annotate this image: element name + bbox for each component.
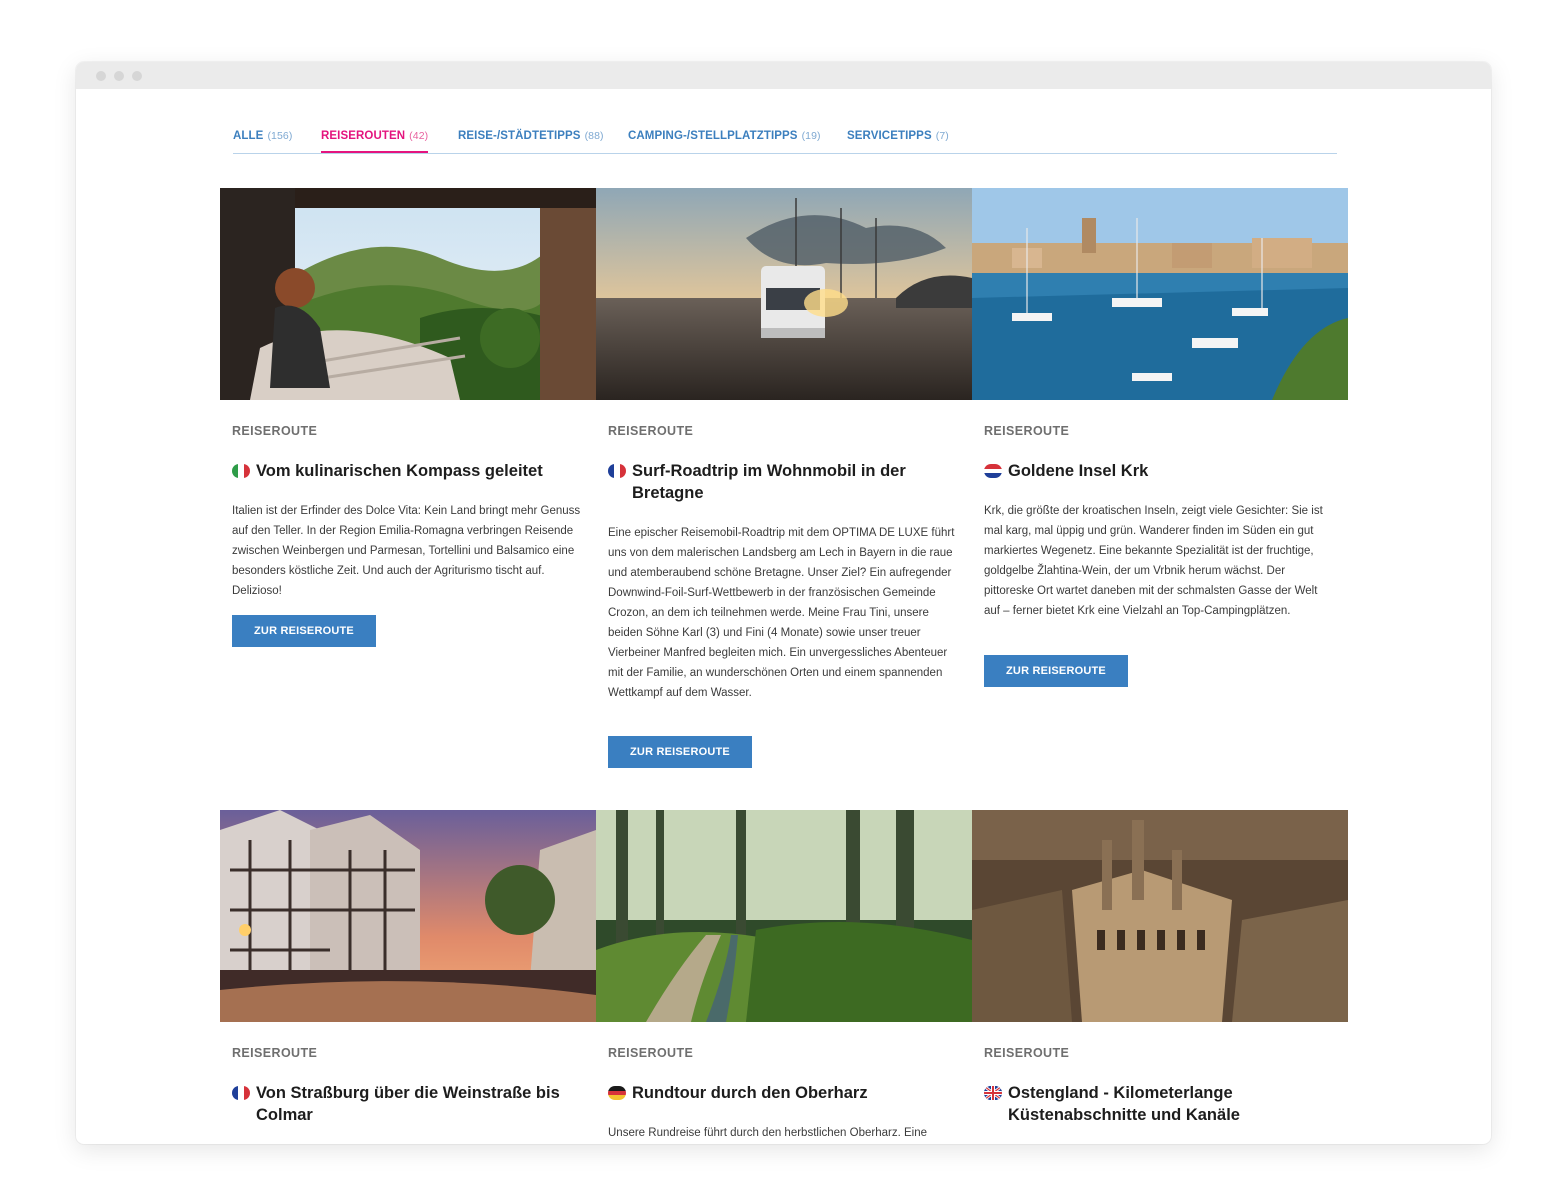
window-dot-icon: [114, 71, 124, 81]
card-title-text: Vom kulinarischen Kompass geleitet: [256, 462, 543, 480]
card-image[interactable]: [596, 188, 972, 400]
window-titlebar: [76, 62, 1491, 89]
zur-reiseroute-button[interactable]: ZUR REISEROUTE: [232, 615, 376, 647]
route-card: REISEROUTE Goldene Insel Krk Krk, die gr…: [972, 188, 1348, 748]
window-dot-icon: [96, 71, 106, 81]
tab-label: REISEROUTEN: [321, 130, 406, 142]
croatia-flag-icon: [984, 464, 1002, 478]
card-category: REISEROUTE: [232, 424, 318, 438]
tab-reiserouten[interactable]: REISEROUTEN (42): [321, 126, 429, 153]
card-image[interactable]: [220, 188, 596, 400]
zur-reiseroute-button[interactable]: ZUR REISEROUTE: [608, 736, 752, 768]
tab-label: ALLE: [233, 130, 264, 142]
card-title-text: Surf-Roadtrip im Wohnmobil in der Bretag…: [632, 462, 906, 502]
card-title[interactable]: Surf-Roadtrip im Wohnmobil in der Bretag…: [608, 460, 977, 504]
zur-reiseroute-button[interactable]: ZUR REISEROUTE: [984, 655, 1128, 687]
card-category: REISEROUTE: [984, 424, 1070, 438]
uk-flag-icon: [984, 1086, 1002, 1100]
route-card: REISEROUTE Rundtour durch den Oberharz U…: [596, 810, 972, 1144]
germany-flag-icon: [608, 1086, 626, 1100]
tab-servicetipps[interactable]: SERVICETIPPS (7): [847, 126, 949, 151]
card-image[interactable]: [972, 188, 1348, 400]
card-image[interactable]: [220, 810, 596, 1022]
card-title[interactable]: Goldene Insel Krk: [984, 460, 1353, 482]
category-tabs: ALLE (156) REISEROUTEN (42) REISE-/STÄDTET…: [233, 126, 1337, 154]
tab-count: (42): [409, 130, 429, 142]
card-title-text: Goldene Insel Krk: [1008, 462, 1149, 480]
card-description: Unsere Rundreise führt durch den herbstl…: [608, 1127, 927, 1139]
card-description: Krk, die größte der kroatischen Inseln, …: [984, 505, 1323, 617]
france-flag-icon: [608, 464, 626, 478]
route-card: REISEROUTE Surf-Roadtrip im Wohnmobil in…: [596, 188, 972, 788]
france-flag-icon: [232, 1086, 250, 1100]
route-card: REISEROUTE Von Straßburg über die Weinst…: [220, 810, 596, 1144]
tab-label: SERVICETIPPS: [847, 130, 932, 142]
window-dot-icon: [132, 71, 142, 81]
card-image[interactable]: [596, 810, 972, 1022]
card-title-text: Von Straßburg über die Weinstraße bis Co…: [256, 1084, 560, 1124]
card-image[interactable]: [972, 810, 1348, 1022]
italy-flag-icon: [232, 464, 250, 478]
card-title-text: Ostengland - Kilometerlange Küstenabschn…: [1008, 1084, 1240, 1124]
card-title[interactable]: Vom kulinarischen Kompass geleitet: [232, 460, 601, 482]
card-title[interactable]: Rundtour durch den Oberharz: [608, 1082, 977, 1104]
tab-count: (7): [935, 130, 949, 142]
tab-count: (88): [584, 130, 604, 142]
tab-reise-staedtetipps[interactable]: REISE-/STÄDTETIPPS (88): [458, 126, 604, 151]
card-category: REISEROUTE: [608, 424, 694, 438]
tab-label: CAMPING-/STELLPLATZTIPPS: [628, 130, 798, 142]
tab-alle[interactable]: ALLE (156): [233, 126, 292, 151]
card-category: REISEROUTE: [232, 1046, 318, 1060]
browser-window: ALLE (156) REISEROUTEN (42) REISE-/STÄDTET…: [76, 62, 1491, 1144]
route-card: REISEROUTE Vom kulinarischen Kompass gel…: [220, 188, 596, 748]
card-description: Eine epischer Reisemobil-Roadtrip mit de…: [608, 527, 955, 699]
card-title[interactable]: Ostengland - Kilometerlange Küstenabschn…: [984, 1082, 1353, 1126]
route-card: REISEROUTE Ostengland - Kilometerlange K…: [972, 810, 1348, 1144]
tab-label: REISE-/STÄDTETIPPS: [458, 130, 581, 142]
card-category: REISEROUTE: [608, 1046, 694, 1060]
tab-count: (156): [267, 130, 293, 142]
tab-camping-stellplatztipps[interactable]: CAMPING-/STELLPLATZTIPPS (19): [628, 126, 821, 151]
card-description: Italien ist der Erfinder des Dolce Vita:…: [232, 505, 581, 597]
card-title-text: Rundtour durch den Oberharz: [632, 1084, 868, 1102]
card-title[interactable]: Von Straßburg über die Weinstraße bis Co…: [232, 1082, 601, 1126]
tab-count: (19): [801, 130, 821, 142]
card-category: REISEROUTE: [984, 1046, 1070, 1060]
